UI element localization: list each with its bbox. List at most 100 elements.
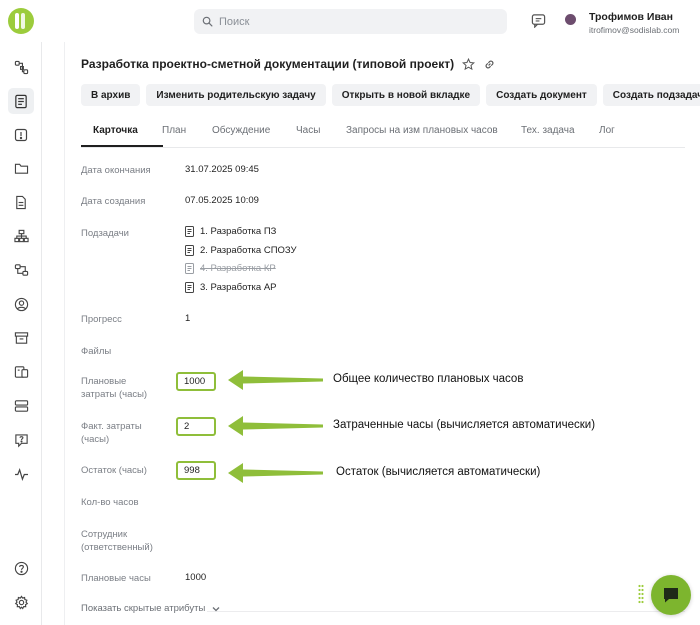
document-icon xyxy=(185,245,194,256)
subtask-item[interactable]: 3. Разработка АР xyxy=(185,282,277,293)
subtask-item[interactable]: 2. Разработка СПОЗУ xyxy=(185,245,297,256)
page-title: Разработка проектно-сметной документации… xyxy=(81,57,455,71)
annotation-remaining-text: Остаток (вычисляется автоматически) xyxy=(336,466,541,478)
planned-cost-label: Плановые затраты (часы) xyxy=(81,375,147,401)
settings-gear-icon xyxy=(14,594,28,609)
tab-bar: Карточка План Обсуждение Часы Запросы на… xyxy=(81,122,685,148)
employee-label-line2: (ответственный) xyxy=(81,542,153,553)
employee-label-line1: Сотрудник xyxy=(81,529,128,540)
storage-icon xyxy=(14,400,28,412)
search-icon xyxy=(202,16,213,27)
tab-plan[interactable]: План xyxy=(162,125,186,136)
search-bar[interactable] xyxy=(194,9,507,34)
sidebar-item-folders[interactable] xyxy=(8,155,34,181)
action-toolbar: В архив Изменить родительскую задачу Отк… xyxy=(81,84,700,106)
planned-cost-label-line1: Плановые xyxy=(81,376,127,387)
org-structure-icon xyxy=(13,229,29,243)
planned-cost-label-line2: затраты (часы) xyxy=(81,389,148,400)
sidebar-item-documents[interactable] xyxy=(8,88,34,114)
sidebar-item-workflow[interactable] xyxy=(8,257,34,283)
tab-hours[interactable]: Часы xyxy=(296,125,320,136)
planned-hours-value: 1000 xyxy=(185,572,207,583)
search-input[interactable] xyxy=(219,15,479,28)
planned-cost-value[interactable]: 1000 xyxy=(176,372,216,391)
title-row: Разработка проектно-сметной документации… xyxy=(81,57,496,71)
change-parent-task-button[interactable]: Изменить родительскую задачу xyxy=(146,84,326,106)
user-avatar[interactable] xyxy=(565,14,576,25)
help-circle-icon xyxy=(14,561,28,575)
sidebar-item-activity[interactable] xyxy=(8,461,34,487)
files-label: Файлы xyxy=(81,346,112,357)
tab-tech-task[interactable]: Тех. задача xyxy=(521,125,575,136)
sidebar xyxy=(0,42,42,625)
document-icon xyxy=(185,282,194,293)
messages-icon[interactable] xyxy=(531,13,546,28)
sidebar-item-tasks-flow[interactable] xyxy=(8,54,34,80)
annotation-arrow-actual xyxy=(228,416,323,436)
devices-icon xyxy=(14,366,28,378)
actual-cost-label: Факт. затраты (часы) xyxy=(81,420,142,446)
document-icon xyxy=(185,226,194,237)
annotation-arrow-planned xyxy=(228,370,323,390)
subtask-label: 3. Разработка АР xyxy=(200,282,277,293)
subtask-label: 2. Разработка СПОЗУ xyxy=(200,245,297,256)
employee-label: Сотрудник (ответственный) xyxy=(81,528,153,554)
tab-card[interactable]: Карточка xyxy=(93,125,138,136)
chat-bubble-icon xyxy=(664,588,678,603)
drag-handle-icon[interactable] xyxy=(638,584,644,604)
sidebar-item-help[interactable] xyxy=(8,555,34,581)
created-date-label: Дата создания xyxy=(81,196,146,207)
tab-discussion[interactable]: Обсуждение xyxy=(212,125,270,136)
sidebar-item-structure[interactable] xyxy=(8,223,34,249)
progress-label: Прогресс xyxy=(81,314,122,325)
annotation-arrow-remaining xyxy=(228,463,323,483)
main-content: Разработка проектно-сметной документации… xyxy=(64,42,700,625)
actual-cost-value: 2 xyxy=(176,417,216,436)
folder-icon xyxy=(14,163,28,174)
annotation-actual-text: Затраченные часы (вычисляется автоматиче… xyxy=(333,419,596,431)
user-email: itrofimov@sodislab.com xyxy=(589,25,680,35)
sidebar-item-users[interactable] xyxy=(8,291,34,317)
sidebar-item-archive[interactable] xyxy=(8,325,34,351)
archive-button[interactable]: В архив xyxy=(81,84,141,106)
created-date-value: 07.05.2025 10:09 xyxy=(185,195,259,206)
actual-cost-label-line1: Факт. затраты xyxy=(81,421,142,432)
sidebar-item-alerts[interactable] xyxy=(8,122,34,148)
user-circle-icon xyxy=(14,297,28,311)
subtask-item-completed[interactable]: 4. Разработка КР xyxy=(185,263,276,274)
create-document-button[interactable]: Создать документ xyxy=(486,84,597,106)
remaining-value: 998 xyxy=(176,461,216,480)
remaining-label: Остаток (часы) xyxy=(81,465,147,476)
end-date-label: Дата окончания xyxy=(81,165,151,176)
tab-log[interactable]: Лог xyxy=(599,125,615,136)
show-hidden-attributes-toggle[interactable]: Показать скрытые атрибуты xyxy=(81,603,220,614)
sidebar-item-files[interactable] xyxy=(8,189,34,215)
user-name[interactable]: Трофимов Иван xyxy=(589,11,673,23)
end-date-value: 31.07.2025 09:45 xyxy=(185,164,259,175)
alert-square-icon xyxy=(14,128,28,142)
subtask-item[interactable]: 1. Разработка ПЗ xyxy=(185,226,276,237)
show-hidden-label: Показать скрытые атрибуты xyxy=(81,603,208,614)
sidebar-item-devices[interactable] xyxy=(8,359,34,385)
tasks-flow-icon xyxy=(14,60,28,74)
document-list-icon xyxy=(15,94,27,108)
support-chat-button[interactable] xyxy=(651,575,691,615)
workflow-icon xyxy=(14,264,28,276)
subtask-label: 1. Разработка ПЗ xyxy=(200,226,277,237)
copy-link-icon[interactable] xyxy=(483,58,496,71)
subtask-label: 4. Разработка КР xyxy=(200,263,276,274)
open-new-tab-button[interactable]: Открыть в новой вкладке xyxy=(331,84,481,106)
active-tab-indicator xyxy=(81,145,163,147)
sidebar-item-storage[interactable] xyxy=(8,393,34,419)
help-message-icon xyxy=(14,433,28,447)
annotation-planned-text: Общее количество плановых часов xyxy=(333,373,524,385)
hours-count-label: Кол-во часов xyxy=(81,497,139,508)
chevron-down-icon xyxy=(212,606,220,611)
sidebar-item-settings[interactable] xyxy=(8,589,34,615)
app-logo[interactable] xyxy=(8,8,34,34)
favorite-star-icon[interactable] xyxy=(462,57,476,71)
create-subtask-button[interactable]: Создать подзадачу xyxy=(602,84,700,106)
sidebar-item-help-messages[interactable] xyxy=(8,427,34,453)
tab-plan-hours-requests[interactable]: Запросы на изм плановых часов xyxy=(346,125,498,136)
archive-box-icon xyxy=(14,332,28,344)
